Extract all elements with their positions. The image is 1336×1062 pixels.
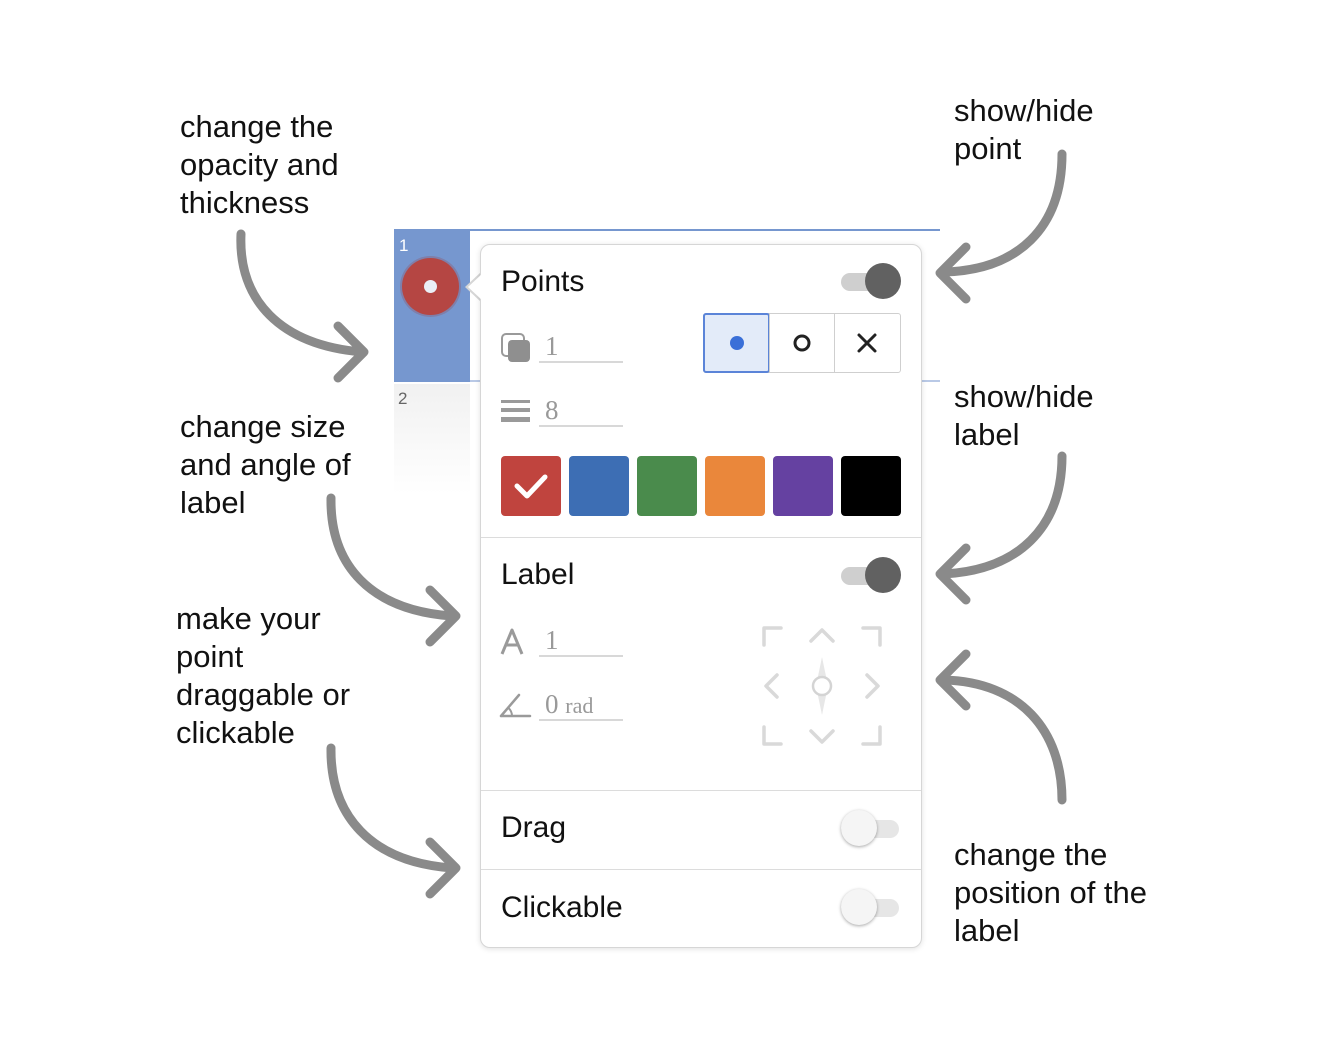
clickable-toggle-knob — [841, 889, 877, 925]
annotation-show-hide-label: show/hide label — [954, 379, 1094, 452]
thickness-input[interactable]: 8 — [539, 393, 623, 427]
panel-pointer-inner — [468, 273, 483, 301]
label-position-icon[interactable] — [761, 625, 883, 747]
text-size-icon — [500, 628, 524, 655]
points-visibility-toggle[interactable] — [841, 263, 901, 299]
point-style-icon[interactable] — [402, 258, 459, 315]
point-style-cross-button[interactable] — [834, 314, 900, 372]
clickable-title: Clickable — [501, 891, 623, 924]
label-angle-value: 0 — [545, 689, 559, 719]
annotation-size-angle: change size and angle of label — [180, 409, 351, 520]
label-angle-input[interactable]: 0 rad — [539, 687, 623, 721]
angle-icon — [499, 693, 532, 718]
label-toggle-knob — [865, 557, 901, 593]
divider-label-drag — [481, 790, 921, 791]
clickable-toggle[interactable] — [841, 889, 901, 925]
arrow-opacity-head — [333, 321, 369, 383]
annotation-label-position: change the position of the label — [954, 837, 1148, 948]
arrow-label-position — [939, 675, 1067, 805]
opacity-icon — [501, 333, 530, 362]
drag-toggle-knob — [841, 810, 877, 846]
expression-row-1-number: 1 — [399, 236, 409, 255]
label-size-input[interactable]: 1 — [539, 623, 623, 657]
label-visibility-toggle[interactable] — [841, 557, 901, 593]
arrow-show-hide-label — [939, 451, 1067, 579]
drag-toggle[interactable] — [841, 810, 901, 846]
arrow-label-position-head — [935, 649, 971, 711]
arrow-show-hide-label-head — [935, 543, 971, 605]
points-toggle-knob — [865, 263, 901, 299]
color-swatch-orange[interactable] — [705, 456, 765, 516]
color-swatch-black[interactable] — [841, 456, 901, 516]
open-point-icon — [793, 334, 811, 352]
point-style-filled-button[interactable] — [703, 313, 770, 373]
divider-points-label — [481, 537, 921, 538]
arrow-show-hide-point — [939, 149, 1067, 277]
color-swatch-green[interactable] — [637, 456, 697, 516]
arrow-show-hide-point-head — [935, 242, 971, 304]
label-angle-unit: rad — [565, 693, 594, 718]
arrow-drag-click-head — [425, 837, 461, 899]
arrow-size-angle-head — [425, 585, 461, 647]
color-swatch-red[interactable] — [501, 456, 561, 516]
drag-title: Drag — [501, 811, 567, 844]
points-title: Points — [501, 265, 585, 298]
filled-point-icon — [730, 336, 744, 350]
arrow-drag-click — [326, 743, 457, 873]
opacity-input[interactable]: 1 — [539, 329, 623, 363]
annotation-drag-click: make your point draggable or clickable — [176, 601, 351, 750]
style-panel: Points 1 8 Label 1 0 rad Drag Clickable — [468, 244, 922, 948]
expression-row-1-top-border — [470, 229, 940, 231]
annotation-opacity-thickness: change the opacity and thickness — [180, 109, 339, 220]
check-icon — [514, 474, 548, 499]
cross-point-icon — [857, 333, 877, 353]
label-title: Label — [501, 558, 575, 591]
point-style-selector — [703, 313, 901, 373]
point-style-open-button[interactable] — [768, 314, 835, 372]
arrow-opacity — [236, 229, 367, 357]
color-swatch-blue[interactable] — [569, 456, 629, 516]
annotation-show-hide-point: show/hide point — [954, 93, 1094, 166]
expression-row-2-number: 2 — [398, 389, 408, 408]
color-swatch-purple[interactable] — [773, 456, 833, 516]
point-style-dot — [424, 280, 437, 293]
divider-drag-clickable — [481, 869, 921, 870]
thickness-icon — [501, 400, 530, 422]
